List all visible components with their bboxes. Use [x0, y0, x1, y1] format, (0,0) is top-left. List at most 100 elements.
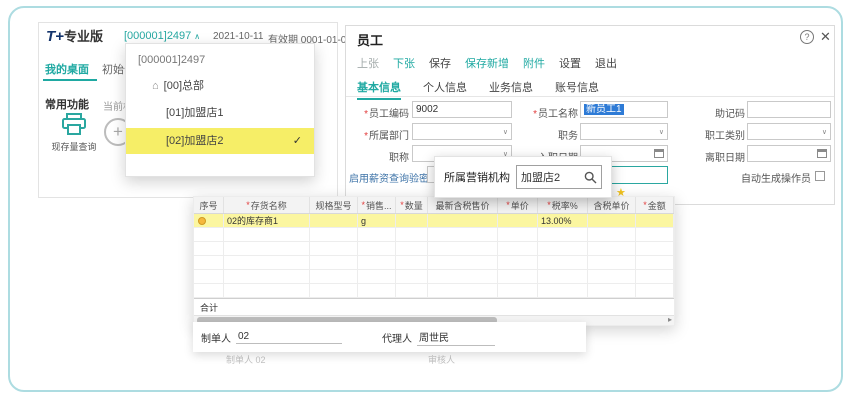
table-cell[interactable] [224, 284, 310, 298]
table-cell[interactable] [224, 228, 310, 242]
column-header[interactable]: *存货名称 [224, 197, 310, 213]
mnemonic-input[interactable] [747, 101, 831, 118]
table-cell[interactable] [538, 256, 588, 270]
column-header[interactable]: 含税单价 [588, 197, 636, 213]
table-cell[interactable] [538, 228, 588, 242]
next-record-button[interactable]: 下张 [393, 55, 415, 71]
table-cell[interactable] [358, 256, 396, 270]
column-header[interactable]: 最新含税售价 [428, 197, 498, 213]
popup-search-input[interactable]: 加盟店2 [516, 165, 602, 189]
scroll-right-icon[interactable]: ▸ [668, 315, 672, 324]
table-cell[interactable] [358, 242, 396, 256]
table-cell[interactable] [636, 270, 674, 284]
table-cell[interactable] [428, 256, 498, 270]
table-cell[interactable]: 13.00% [538, 214, 588, 228]
auto-operator-checkbox[interactable] [815, 171, 825, 181]
table-cell[interactable] [310, 242, 358, 256]
table-cell[interactable] [396, 284, 428, 298]
column-header[interactable]: *数量 [396, 197, 428, 213]
table-cell[interactable] [428, 242, 498, 256]
table-row-empty[interactable] [194, 256, 674, 270]
table-cell[interactable] [358, 284, 396, 298]
table-cell[interactable] [310, 256, 358, 270]
table-cell[interactable] [396, 228, 428, 242]
table-row-empty[interactable] [194, 242, 674, 256]
table-cell[interactable] [636, 242, 674, 256]
table-cell[interactable] [498, 242, 538, 256]
org-item-headquarters[interactable]: ⌂[00]总部 [126, 74, 314, 98]
table-cell[interactable] [428, 270, 498, 284]
exit-button[interactable]: 退出 [595, 55, 617, 71]
table-cell[interactable] [588, 284, 636, 298]
duty-select[interactable]: ∨ [580, 123, 668, 140]
table-cell[interactable]: g [358, 214, 396, 228]
table-cell[interactable] [538, 242, 588, 256]
column-header[interactable]: *金额 [636, 197, 674, 213]
table-cell[interactable] [194, 242, 224, 256]
table-cell[interactable] [396, 256, 428, 270]
inventory-query-shortcut[interactable]: 现存量查询 [44, 112, 104, 158]
save-button[interactable]: 保存 [429, 55, 451, 71]
table-cell[interactable] [588, 228, 636, 242]
table-cell[interactable] [428, 284, 498, 298]
table-row[interactable]: 02的库存商1 g 13.00% [194, 214, 674, 228]
column-header[interactable]: *税率% [538, 197, 588, 213]
agent-input[interactable]: 周世民 [417, 329, 495, 346]
table-cell[interactable] [194, 228, 224, 242]
search-icon[interactable] [584, 171, 597, 184]
table-cell[interactable]: 02的库存商1 [224, 214, 310, 228]
table-cell[interactable] [310, 284, 358, 298]
employee-name-input[interactable]: 新员工1 [580, 101, 668, 118]
table-cell[interactable] [194, 270, 224, 284]
employee-code-input[interactable]: 9002 [412, 101, 512, 118]
account-org-switcher[interactable]: [000001]2497∧ [124, 30, 200, 42]
table-row-empty[interactable] [194, 270, 674, 284]
help-icon[interactable]: ? [800, 30, 814, 44]
column-header[interactable]: *销售... [358, 197, 396, 213]
table-cell[interactable] [498, 214, 538, 228]
department-select[interactable]: ∨ [412, 123, 512, 140]
table-cell[interactable] [588, 214, 636, 228]
table-cell[interactable] [498, 228, 538, 242]
table-cell[interactable] [498, 284, 538, 298]
creator-input[interactable]: 02 [236, 331, 342, 344]
table-cell[interactable] [396, 214, 428, 228]
column-header[interactable]: *单价 [498, 197, 538, 213]
table-cell[interactable] [538, 270, 588, 284]
save-and-new-button[interactable]: 保存新增 [465, 55, 509, 71]
category-select[interactable]: ∨ [747, 123, 831, 140]
table-cell[interactable] [194, 256, 224, 270]
table-cell[interactable] [636, 284, 674, 298]
table-cell[interactable] [396, 270, 428, 284]
table-cell[interactable] [224, 256, 310, 270]
table-cell[interactable] [310, 228, 358, 242]
table-cell[interactable] [194, 284, 224, 298]
table-row-empty[interactable] [194, 228, 674, 242]
attachment-button[interactable]: 附件 [523, 55, 545, 71]
table-cell[interactable] [538, 284, 588, 298]
org-item-store1[interactable]: [01]加盟店1 [126, 101, 314, 125]
table-cell[interactable] [498, 270, 538, 284]
table-cell[interactable] [428, 214, 498, 228]
table-cell[interactable] [358, 228, 396, 242]
table-cell[interactable] [358, 270, 396, 284]
close-icon[interactable]: ✕ [820, 29, 831, 45]
table-cell[interactable] [310, 270, 358, 284]
table-row-empty[interactable] [194, 284, 674, 298]
table-cell[interactable] [396, 242, 428, 256]
column-header[interactable]: 序号 [194, 197, 224, 213]
table-cell[interactable] [588, 256, 636, 270]
table-cell[interactable] [636, 214, 674, 228]
org-item-store2-selected[interactable]: [02]加盟店2 ✓ [126, 128, 314, 154]
table-cell[interactable] [224, 242, 310, 256]
table-cell[interactable] [588, 242, 636, 256]
table-cell[interactable] [224, 270, 310, 284]
table-cell[interactable] [310, 214, 358, 228]
leave-date-input[interactable] [747, 145, 831, 162]
tab-my-desktop[interactable]: 我的桌面 [45, 61, 89, 77]
prev-record-button[interactable]: 上张 [357, 55, 379, 71]
settings-button[interactable]: 设置 [559, 55, 581, 71]
table-cell[interactable] [588, 270, 636, 284]
table-cell[interactable] [194, 214, 224, 228]
table-cell[interactable] [428, 228, 498, 242]
